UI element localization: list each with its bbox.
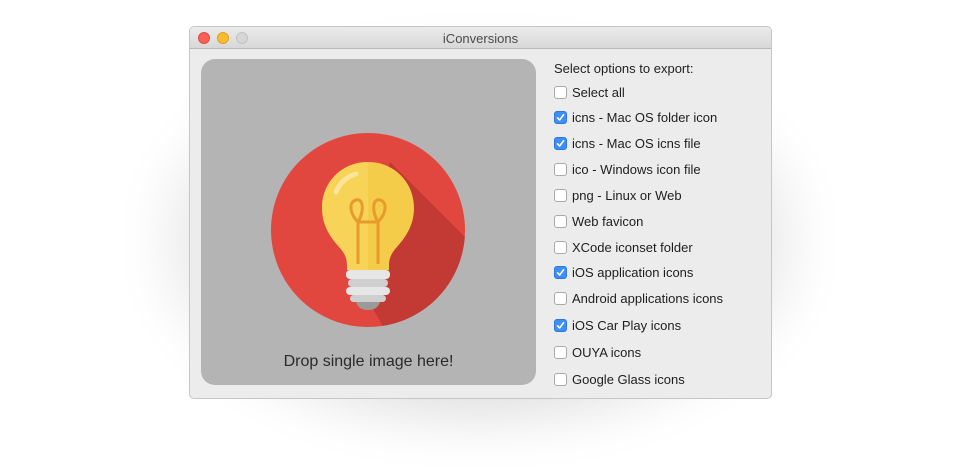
option-label: iOS Car Play icons	[572, 317, 682, 333]
option-label: Select all	[572, 84, 625, 100]
option-android-applications-icons[interactable]: Android applications icons	[554, 289, 723, 307]
export-options-panel: Select options to export: Select all icns…	[554, 61, 723, 387]
checkbox[interactable]	[554, 291, 567, 305]
option-label: XCode iconset folder	[572, 239, 693, 255]
option-label: ico - Windows icon file	[572, 161, 701, 177]
lightbulb-icon	[271, 133, 465, 327]
image-drop-zone[interactable]: Drop single image here!	[201, 59, 536, 385]
option-label: Android applications icons	[572, 290, 724, 306]
option-label: Google Glass icons	[572, 371, 685, 387]
checkbox[interactable]	[554, 372, 567, 386]
checkbox[interactable]	[554, 136, 567, 150]
checkmark-icon	[556, 268, 565, 276]
checkbox[interactable]	[554, 240, 567, 254]
checkbox[interactable]	[554, 110, 567, 124]
checkbox[interactable]	[554, 345, 567, 359]
option-icns-mac-os-folder-icon[interactable]: icns - Mac OS folder icon	[554, 108, 717, 126]
checkmark-icon	[556, 113, 565, 121]
option-select-all[interactable]: Select all	[554, 83, 625, 101]
window-title: iConversions	[442, 31, 519, 46]
option-label: png - Linux or Web	[572, 187, 682, 203]
checkbox[interactable]	[554, 162, 567, 176]
drop-zone-label: Drop single image here!	[283, 353, 454, 370]
checkbox[interactable]	[554, 318, 567, 332]
title-bar[interactable]: iConversions	[190, 27, 771, 49]
checkbox[interactable]	[554, 214, 567, 228]
option-ouya-icons[interactable]: OUYA icons	[554, 343, 641, 361]
option-icns-mac-os-icns-file[interactable]: icns - Mac OS icns file	[554, 134, 701, 152]
checkmark-icon	[556, 139, 565, 147]
option-label: iOS application icons	[572, 264, 694, 280]
option-ico-windows-icon-file[interactable]: ico - Windows icon file	[554, 160, 701, 178]
option-label: icns - Mac OS icns file	[572, 135, 701, 151]
checkbox[interactable]	[554, 265, 567, 279]
checkmark-icon	[556, 321, 565, 329]
option-label: icns - Mac OS folder icon	[572, 109, 718, 125]
option-label: OUYA icons	[572, 344, 642, 360]
checkbox[interactable]	[554, 85, 567, 99]
option-web-favicon[interactable]: Web favicon	[554, 212, 643, 230]
option-ios-car-play-icons[interactable]: iOS Car Play icons	[554, 316, 681, 334]
option-png-linux-or-web[interactable]: png - Linux or Web	[554, 186, 682, 204]
option-xcode-iconset-folder[interactable]: XCode iconset folder	[554, 238, 693, 256]
option-label: Web favicon	[572, 213, 644, 229]
options-heading: Select options to export:	[554, 61, 694, 76]
app-window: iConversions Drop single image here! Sel…	[189, 26, 772, 399]
checkbox[interactable]	[554, 188, 567, 202]
option-ios-application-icons[interactable]: iOS application icons	[554, 263, 693, 281]
option-google-glass-icons[interactable]: Google Glass icons	[554, 370, 685, 388]
